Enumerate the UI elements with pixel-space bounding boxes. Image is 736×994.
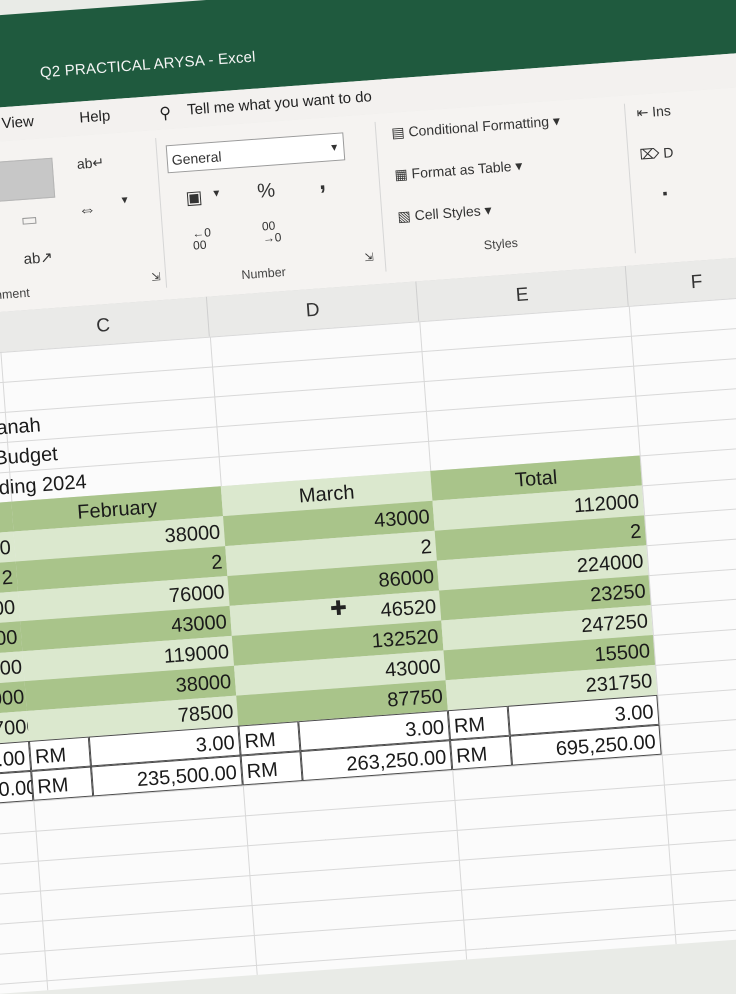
number-launcher-icon[interactable]: ⇲ xyxy=(364,250,374,264)
format-cells-icon[interactable]: ▪ xyxy=(662,185,668,201)
insert-icon: ⇤ xyxy=(635,103,653,121)
accounting-format-icon[interactable]: ▣ xyxy=(185,187,204,209)
tab-help[interactable]: Help xyxy=(79,107,111,126)
conditional-formatting-button[interactable]: ▤ Conditional Formatting ▾ xyxy=(391,112,561,141)
accounting-dropdown-icon[interactable]: ▾ xyxy=(213,186,220,200)
decrease-decimal-button[interactable]: 00 →0 xyxy=(261,219,282,246)
merge-dropdown-icon[interactable]: ▾ xyxy=(121,192,128,206)
cell-b-partial[interactable]: 000 xyxy=(0,621,23,655)
separator xyxy=(374,121,387,272)
spreadsheet-grid[interactable]: su Tanah rial Budget r ending 2024 Febru… xyxy=(0,295,736,994)
number-format-value: General xyxy=(171,148,223,168)
cell-styles-button[interactable]: ▧ Cell Styles ▾ xyxy=(397,202,492,226)
cell-b-partial[interactable]: 00.00 xyxy=(0,770,38,805)
increase-decimal-button[interactable]: ←0 00 xyxy=(192,225,212,252)
mouse-cursor-icon: ✚ xyxy=(329,597,348,621)
alignment-group-label: Alignment xyxy=(0,285,31,304)
chevron-down-icon: ▾ xyxy=(330,139,338,155)
cell-b-partial[interactable]: 3.00 xyxy=(0,740,32,775)
format-as-table-icon: ▦ xyxy=(393,165,413,183)
delete-icon: ⌦ xyxy=(639,144,664,163)
tell-me-search[interactable]: Tell me what you want to do xyxy=(187,88,373,119)
currency-cell[interactable]: RM xyxy=(238,721,301,756)
delete-button[interactable]: ⌦ D xyxy=(639,144,674,163)
window-title: Q2 PRACTICAL ARYSA - Excel xyxy=(39,48,257,82)
alignment-launcher-icon[interactable]: ⇲ xyxy=(151,270,161,284)
comma-style-button[interactable]: , xyxy=(318,168,327,196)
currency-cell[interactable]: RM xyxy=(28,736,91,771)
percent-style-button[interactable]: % xyxy=(257,179,276,203)
format-as-table-button[interactable]: ▦ Format as Table ▾ xyxy=(394,157,523,183)
styles-group-label: Styles xyxy=(483,235,519,253)
orientation-icon[interactable]: ab↗ xyxy=(23,248,53,268)
separator xyxy=(155,138,168,288)
currency-cell[interactable]: RM xyxy=(450,735,513,771)
cell-b-partial[interactable]: 3000 xyxy=(0,681,27,715)
cell-b-partial[interactable]: 0000 xyxy=(0,651,25,685)
cell-b-partial[interactable]: 000 xyxy=(0,591,21,625)
cell-b-partial[interactable]: 57000 xyxy=(0,711,38,745)
cell-styles-icon: ▧ xyxy=(396,207,416,225)
fill-color-swatch[interactable] xyxy=(0,157,56,203)
excel-window: Q2 PRACTICAL ARYSA - Excel View Help ⚲ T… xyxy=(0,0,736,994)
wrap-text-icon[interactable]: ab↵ xyxy=(76,154,104,173)
separator xyxy=(623,103,636,254)
merge-center-icon[interactable]: ⇔ xyxy=(77,199,96,221)
currency-cell[interactable]: RM xyxy=(31,766,94,801)
insert-button[interactable]: ⇤ Ins xyxy=(636,102,671,121)
indent-icon[interactable]: ▭ xyxy=(20,209,39,231)
number-group-label: Number xyxy=(240,264,287,283)
number-format-select[interactable]: General ▾ xyxy=(165,132,346,174)
currency-cell[interactable]: RM xyxy=(240,751,303,786)
lightbulb-icon: ⚲ xyxy=(158,104,172,123)
conditional-formatting-icon: ▤ xyxy=(390,123,410,141)
currency-cell[interactable]: RM xyxy=(447,705,510,741)
tab-view[interactable]: View xyxy=(1,113,34,132)
